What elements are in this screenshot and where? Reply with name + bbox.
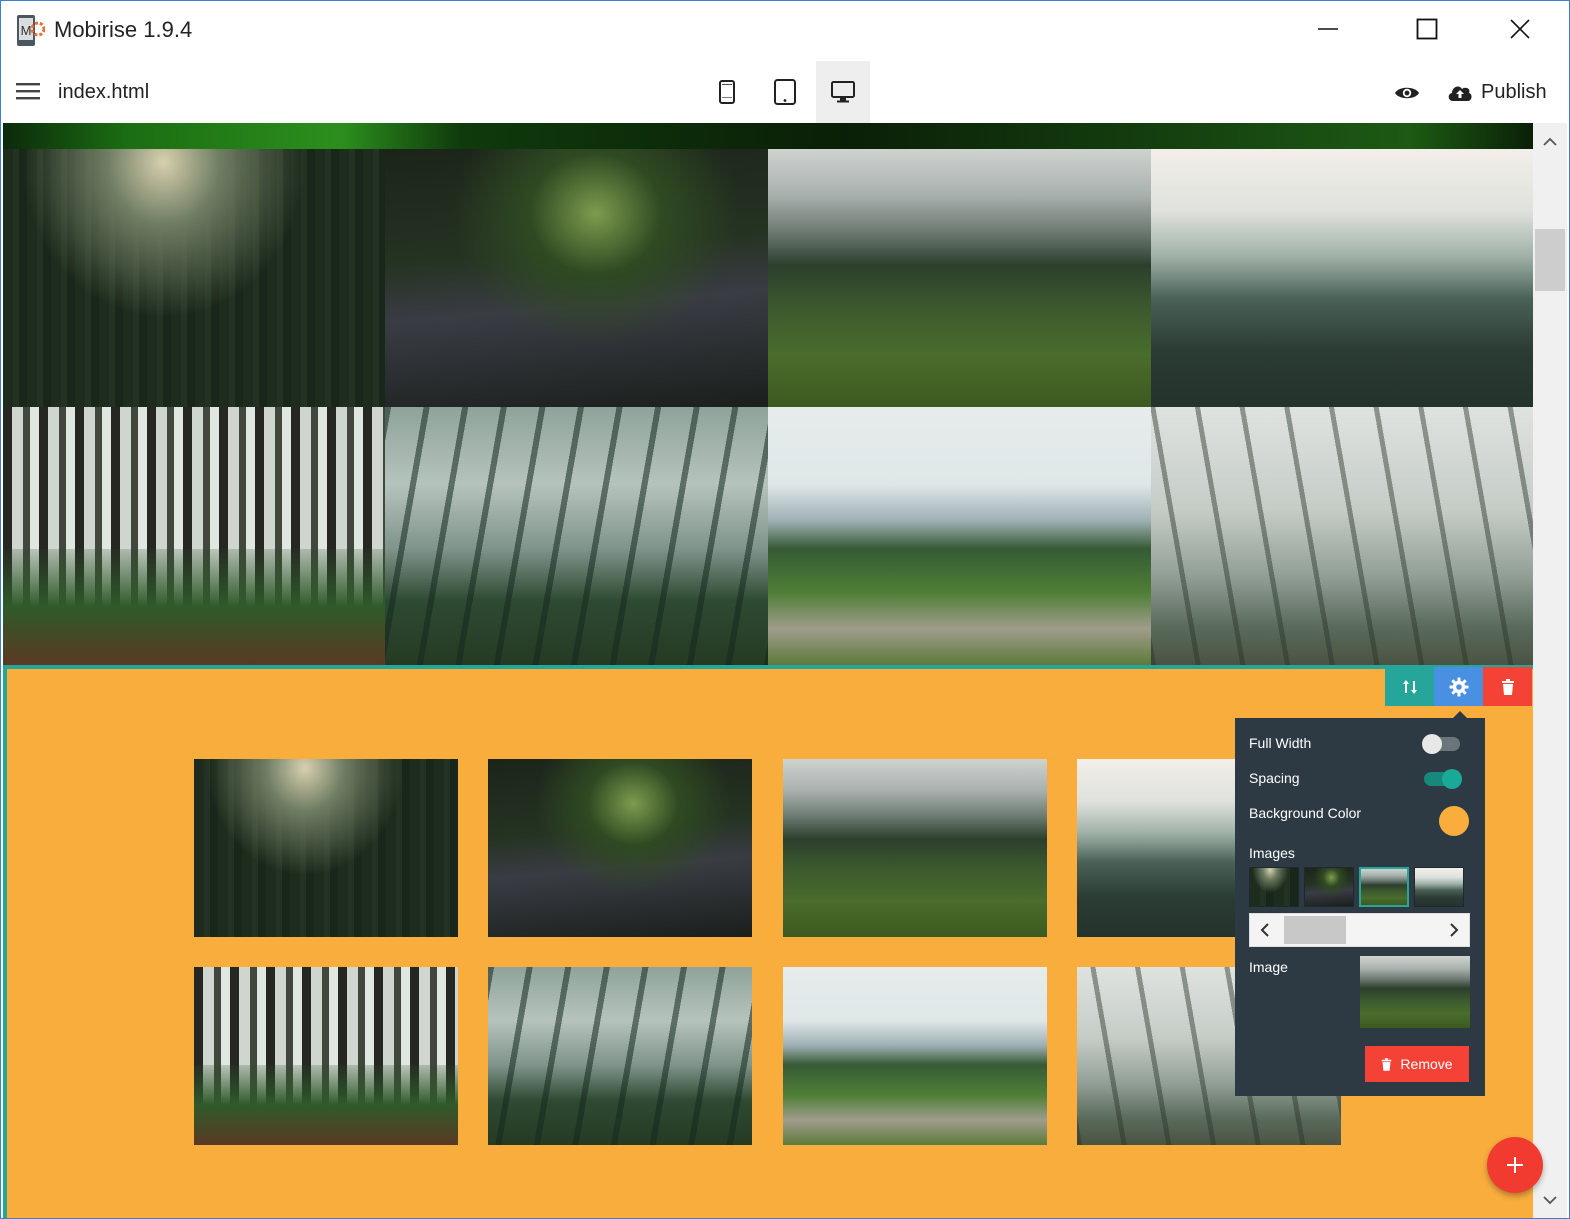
add-block-button[interactable] (1487, 1137, 1543, 1193)
close-button[interactable] (1497, 9, 1543, 49)
tablet-view-button[interactable] (758, 61, 812, 123)
tablet-icon (774, 79, 796, 105)
preview-button[interactable] (1391, 79, 1423, 107)
cloud-upload-icon (1448, 86, 1472, 101)
spacing-toggle[interactable] (1424, 769, 1462, 789)
publish-label: Publish (1481, 80, 1547, 103)
image-thumbnails (1249, 867, 1465, 907)
section-actions (1385, 667, 1532, 706)
image-label: Image (1249, 959, 1288, 975)
gallery-image-mountain-road[interactable] (768, 407, 1151, 665)
background-color-label: Background Color (1249, 805, 1362, 821)
gallery-image-forest-bridge[interactable] (385, 149, 768, 407)
grid-image-forest-trail[interactable] (194, 967, 458, 1145)
hamburger-icon (16, 83, 40, 100)
spacing-label: Spacing (1249, 770, 1300, 786)
app-title: Mobirise 1.9.4 (54, 17, 193, 42)
scroll-right-button[interactable] (1439, 914, 1469, 946)
thumbnail-scroll-thumb[interactable] (1284, 916, 1346, 944)
gallery-image-foggy-pines[interactable] (1151, 149, 1533, 407)
full-width-label: Full Width (1249, 735, 1312, 751)
toolbar: index.html Publish (1, 61, 1569, 123)
header-image-strip (3, 123, 1533, 149)
gear-icon (1449, 677, 1468, 696)
gallery-image-forest-trail[interactable] (3, 407, 385, 665)
vertical-scrollbar[interactable] (1533, 123, 1567, 1218)
publish-button[interactable]: Publish (1447, 75, 1547, 109)
remove-label: Remove (1400, 1056, 1453, 1072)
trash-icon (1501, 678, 1514, 695)
chevron-right-icon (1450, 923, 1459, 937)
section-settings-button[interactable] (1434, 667, 1483, 706)
scroll-down-button[interactable] (1533, 1183, 1567, 1217)
minimize-button[interactable] (1305, 9, 1351, 49)
remove-image-button[interactable]: Remove (1365, 1046, 1469, 1082)
phone-icon (719, 80, 735, 104)
close-icon (1510, 19, 1530, 39)
gallery-image-forest-sunbeam[interactable] (3, 149, 385, 407)
move-icon (1402, 679, 1417, 694)
scroll-left-button[interactable] (1250, 914, 1280, 946)
desktop-view-button[interactable] (816, 61, 870, 123)
move-section-button[interactable] (1385, 667, 1434, 706)
full-width-toggle[interactable] (1422, 734, 1460, 754)
chevron-left-icon (1260, 923, 1269, 937)
trash-icon (1382, 1057, 1392, 1071)
images-label: Images (1249, 845, 1295, 861)
svg-text:M: M (21, 23, 32, 38)
grid-image-forest-sunbeam[interactable] (194, 759, 458, 937)
app-window: M Mobirise 1.9.4 index.html Publish Full… (0, 0, 1570, 1219)
scroll-up-button[interactable] (1533, 125, 1567, 159)
chevron-up-icon (1543, 137, 1557, 146)
chevron-down-icon (1543, 1196, 1557, 1205)
page-name[interactable]: index.html (58, 81, 149, 104)
toggle-knob (1422, 734, 1442, 754)
delete-section-button[interactable] (1483, 667, 1532, 706)
scrollbar-thumb[interactable] (1535, 229, 1565, 291)
title-bar: M Mobirise 1.9.4 (1, 1, 1569, 61)
selected-image-preview[interactable] (1360, 956, 1470, 1028)
grid-image-forest-bridge[interactable] (488, 759, 752, 937)
spaced-gallery[interactable] (194, 759, 1354, 1149)
grid-image-misty-hills[interactable] (783, 759, 1047, 937)
maximize-icon (1416, 18, 1438, 40)
mobile-view-button[interactable] (700, 61, 754, 123)
grid-image-leaning-trees[interactable] (488, 967, 752, 1145)
maximize-button[interactable] (1404, 9, 1450, 49)
toggle-knob (1442, 769, 1462, 789)
background-color-swatch[interactable] (1439, 806, 1469, 836)
hamburger-menu-button[interactable] (15, 78, 45, 108)
eye-icon (1395, 87, 1419, 99)
editor-canvas: Full Width Spacing Background Color Imag… (3, 123, 1533, 1218)
gallery-image-leaning-trees[interactable] (385, 407, 768, 665)
desktop-icon (831, 81, 855, 103)
thumbnail-foggy-pines[interactable] (1414, 867, 1464, 907)
section-settings-panel: Full Width Spacing Background Color Imag… (1235, 718, 1485, 1096)
minimize-icon (1318, 28, 1338, 30)
grid-image-mountain-road[interactable] (783, 967, 1047, 1145)
thumbnail-misty-hills[interactable] (1359, 867, 1409, 907)
full-width-gallery[interactable] (3, 149, 1533, 665)
gallery-image-misty-hills[interactable] (768, 149, 1151, 407)
thumbnail-forest-sunbeam[interactable] (1249, 867, 1299, 907)
gallery-image-misty-birches[interactable] (1151, 407, 1533, 665)
thumbnail-scrollbar[interactable] (1249, 913, 1470, 947)
thumbnail-forest-bridge[interactable] (1304, 867, 1354, 907)
plus-icon (1507, 1157, 1523, 1173)
app-logo-icon: M (17, 15, 45, 46)
